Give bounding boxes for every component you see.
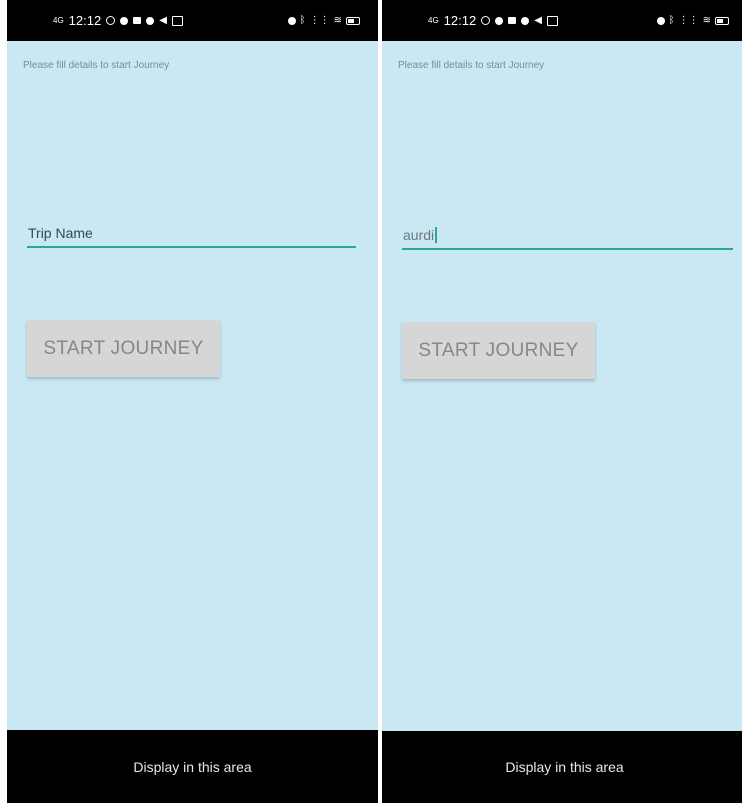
gallery-icon (171, 15, 183, 26)
app-notification-icon (146, 16, 155, 25)
battery-icon (715, 16, 729, 25)
text-cursor (435, 227, 438, 243)
whatsapp-icon (106, 16, 116, 25)
bottom-display-area: Display in this area (382, 731, 742, 803)
app-notification-icon (521, 16, 530, 25)
trip-name-placeholder: Trip Name (28, 225, 93, 241)
form-hint: Please fill details to start Journey (398, 60, 545, 71)
status-time: 12:12 (443, 13, 477, 28)
gallery-icon (546, 15, 558, 26)
display-area-label: Display in this area (133, 758, 252, 775)
message-icon (508, 17, 517, 24)
bottom-display-area: Display in this area (7, 730, 378, 803)
alarm-icon (287, 16, 296, 25)
message-icon (133, 17, 142, 24)
battery-icon (346, 16, 360, 25)
status-bar: 4G 12:12 ◀ ᛒ ⋮⋮ ≋ (7, 0, 378, 41)
sound-icon: ◀ (159, 14, 167, 26)
wifi-icon: ≋ (702, 14, 711, 26)
notification-dot-icon (495, 16, 504, 25)
notification-dot-icon (120, 16, 129, 25)
bluetooth-icon: ᛒ (299, 14, 306, 26)
whatsapp-icon (481, 16, 491, 25)
data-speed-icon: ⋮⋮ (309, 14, 330, 26)
form-hint: Please fill details to start Journey (23, 60, 170, 71)
screen-filled-form: 4G 12:12 ◀ ᛒ ⋮⋮ ≋ Please fill details to… (382, 0, 742, 803)
network-signal-icon: 4G (428, 15, 439, 25)
wifi-icon: ≋ (333, 14, 342, 26)
start-journey-button[interactable]: START JOURNEY (27, 320, 220, 377)
status-time: 12:12 (68, 13, 102, 28)
start-journey-button[interactable]: START JOURNEY (402, 322, 595, 379)
bluetooth-icon: ᛒ (668, 14, 675, 26)
trip-name-input[interactable]: Trip Name (27, 222, 356, 248)
sound-icon: ◀ (534, 14, 542, 26)
status-bar: 4G 12:12 ◀ ᛒ ⋮⋮ ≋ (382, 0, 742, 41)
trip-name-input[interactable]: aurdi (402, 224, 733, 250)
trip-name-value: aurdi (403, 227, 435, 243)
data-speed-icon: ⋮⋮ (678, 14, 699, 26)
alarm-icon (656, 16, 665, 25)
screen-empty-form: 4G 12:12 ◀ ᛒ ⋮⋮ ≋ Please fill details to… (7, 0, 378, 803)
display-area-label: Display in this area (505, 759, 624, 775)
network-signal-icon: 4G (53, 15, 64, 25)
